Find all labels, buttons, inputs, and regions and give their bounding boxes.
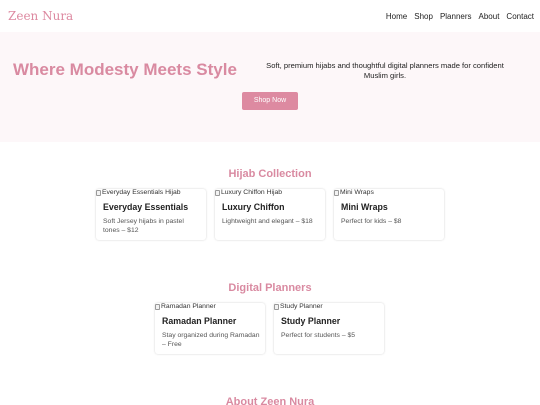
card-title: Mini Wraps: [341, 202, 388, 212]
broken-image-icon: [96, 189, 101, 196]
brand-logo[interactable]: Zeen Nura: [8, 9, 73, 23]
nav-links: Home Shop Planners About Contact: [386, 12, 534, 21]
broken-image-icon: [334, 189, 339, 196]
product-image: Mini Wraps: [334, 189, 374, 196]
digital-planners-title: Digital Planners: [228, 282, 312, 294]
card-title: Everyday Essentials: [103, 202, 189, 212]
card-description: Soft Jersey hijabs in pastel tones – $12: [103, 218, 184, 234]
broken-image-icon: [155, 303, 160, 310]
product-image: Everyday Essentials Hijab: [96, 189, 181, 196]
nav-link-shop[interactable]: Shop: [414, 12, 433, 21]
card-description: Lightweight and elegant – $18: [222, 218, 313, 225]
hero-section: Where Modesty Meets Style Soft, premium …: [0, 32, 540, 142]
hijab-collection-title: Hijab Collection: [228, 168, 312, 180]
broken-image-icon: [215, 189, 220, 196]
product-card-luxury-chiffon[interactable]: Luxury Chiffon Hijab Luxury Chiffon Ligh…: [215, 189, 325, 240]
product-image: Luxury Chiffon Hijab: [215, 189, 282, 196]
product-image: Study Planner: [274, 303, 323, 310]
card-title: Study Planner: [281, 316, 341, 326]
card-description: Stay organized during Ramadan – Free: [162, 332, 260, 348]
hero-tagline: Soft, premium hijabs and thoughtful digi…: [266, 61, 504, 80]
top-nav: Zeen Nura Home Shop Planners About Conta…: [0, 0, 540, 32]
shop-now-button[interactable]: Shop Now: [242, 92, 298, 110]
broken-image-icon: [274, 303, 279, 310]
card-title: Luxury Chiffon: [222, 202, 285, 212]
card-title: Ramadan Planner: [162, 316, 237, 326]
about-section-title: About Zeen Nura: [225, 396, 315, 405]
card-description: Perfect for students – $5: [281, 332, 356, 339]
nav-link-contact[interactable]: Contact: [506, 12, 534, 21]
product-card-mini-wraps[interactable]: Mini Wraps Mini Wraps Perfect for kids –…: [334, 189, 444, 240]
product-card-study-planner[interactable]: Study Planner Study Planner Perfect for …: [274, 303, 384, 354]
nav-link-planners[interactable]: Planners: [440, 12, 472, 21]
product-card-everyday-essentials[interactable]: Everyday Essentials Hijab Everyday Essen…: [96, 189, 206, 240]
nav-link-home[interactable]: Home: [386, 12, 407, 21]
product-card-ramadan-planner[interactable]: Ramadan Planner Ramadan Planner Stay org…: [155, 303, 265, 354]
nav-link-about[interactable]: About: [479, 12, 500, 21]
card-description: Perfect for kids – $8: [341, 218, 402, 225]
hero-title: Where Modesty Meets Style: [13, 60, 237, 79]
product-image: Ramadan Planner: [155, 303, 216, 310]
